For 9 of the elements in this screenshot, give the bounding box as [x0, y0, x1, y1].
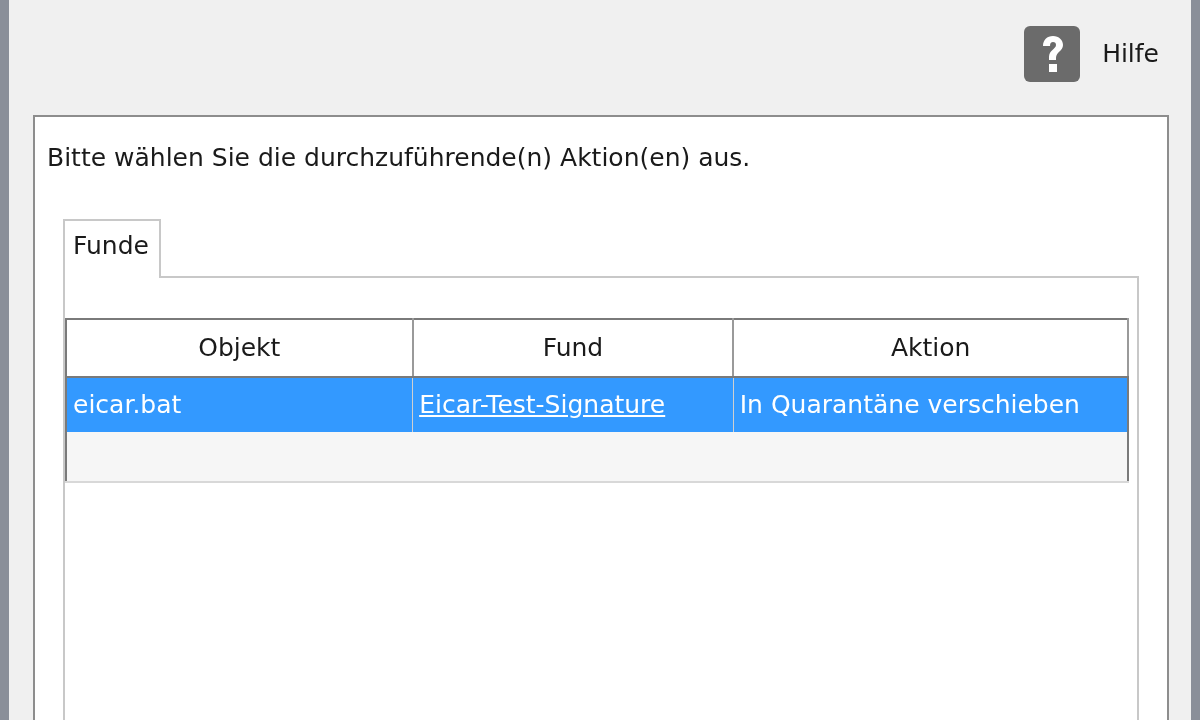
- column-header[interactable]: Aktion: [733, 319, 1128, 377]
- help-icon[interactable]: [1024, 25, 1081, 82]
- help-link[interactable]: Hilfe: [1102, 34, 1159, 73]
- tab[interactable]: Funde: [63, 218, 161, 278]
- column-header[interactable]: Fund: [412, 319, 734, 377]
- column-header[interactable]: Objekt: [66, 319, 413, 377]
- instruction-text: Bitte wählen Sie die durchzuführende(n) Aktion(en) aus.: [47, 142, 752, 174]
- table-cell: In Quarantäne verschieben: [733, 377, 1128, 432]
- table-cell: eicar.bat: [66, 377, 413, 432]
